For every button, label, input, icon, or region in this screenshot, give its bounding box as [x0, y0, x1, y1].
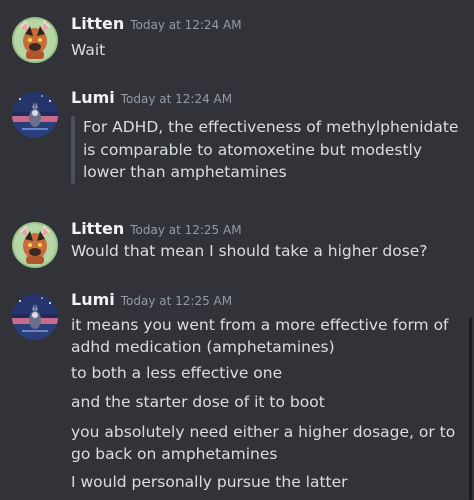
litten-avatar[interactable] [12, 222, 58, 268]
cat-avatar-icon [12, 222, 58, 268]
timestamp: Today at 12:25 AM [130, 223, 242, 237]
quote-bar [71, 116, 75, 184]
message-text: Would that mean I should take a higher d… [71, 242, 428, 260]
scrollbar[interactable] [469, 318, 472, 500]
lumi-avatar[interactable] [12, 294, 58, 340]
timestamp: Today at 12:24 AM [130, 18, 242, 32]
message-header: Lumi Today at 12:24 AM [71, 88, 232, 107]
night-sky-avatar-icon [12, 92, 58, 138]
message-text: it means you went from a more effective … [71, 316, 449, 356]
message-text: to both a less effective one [71, 364, 283, 382]
message-text: and the starter dose of it to boot [71, 393, 325, 411]
message-header: Litten Today at 12:24 AM [71, 14, 242, 33]
lumi-avatar[interactable] [12, 92, 58, 138]
message-header: Lumi Today at 12:25 AM [71, 290, 232, 309]
timestamp: Today at 12:24 AM [120, 92, 233, 106]
username[interactable]: Litten [71, 219, 124, 238]
message-text: you absolutely need either a higher dosa… [71, 423, 456, 463]
message-text: Wait [71, 41, 106, 59]
chat-log: LittenToday at 12:24 AM Wait LumiToday [0, 0, 474, 500]
username[interactable]: Lumi [71, 290, 115, 309]
message-header: Litten Today at 12:25 AM [71, 219, 242, 238]
quote-text: For ADHD, the effectiveness of methylphe… [83, 118, 459, 181]
username[interactable]: Lumi [71, 88, 115, 107]
username[interactable]: Litten [71, 14, 124, 33]
litten-avatar[interactable] [12, 17, 58, 63]
timestamp: Today at 12:25 AM [120, 294, 233, 308]
cat-avatar-icon [12, 17, 58, 63]
message-text: I would personally pursue the latter [71, 473, 348, 491]
night-sky-avatar-icon [12, 294, 58, 340]
